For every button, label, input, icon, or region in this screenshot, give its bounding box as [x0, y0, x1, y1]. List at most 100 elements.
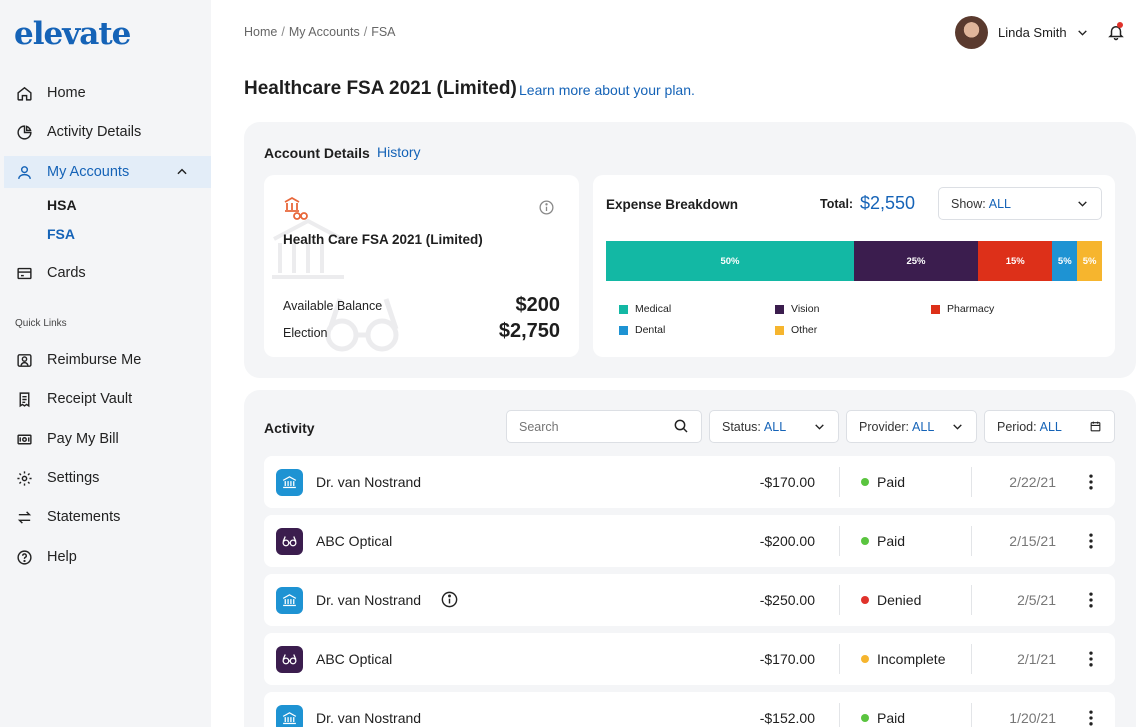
legend-swatch: [931, 304, 940, 314]
avatar[interactable]: [955, 16, 988, 49]
provider-type-icon: [276, 646, 303, 673]
transaction-date: 2/1/21: [1017, 651, 1056, 667]
show-filter-dropdown[interactable]: Show: ALL: [938, 187, 1102, 220]
provider-filter-label: Provider:: [859, 419, 910, 434]
breadcrumb-my-accounts[interactable]: My Accounts: [289, 25, 360, 39]
nav-item-label: Receipt Vault: [47, 391, 133, 407]
bar-segment-label: 25%: [906, 255, 926, 267]
chevron-up-icon[interactable]: [175, 165, 189, 179]
provider-filter-dropdown[interactable]: Provider: ALL: [846, 410, 977, 443]
status-badge: Paid: [861, 533, 905, 549]
bar-segment-label: 5%: [1057, 255, 1072, 267]
transaction-date: 2/5/21: [1017, 592, 1056, 608]
chevron-down-icon: [1077, 30, 1087, 36]
gear-icon: [17, 470, 32, 486]
legend-item-other: Other: [775, 324, 817, 336]
provider-name: Dr. van Nostrand: [316, 592, 422, 608]
total-value: $2,550: [860, 193, 916, 213]
chevron-down-icon: [815, 424, 824, 430]
bar-segment-label: 15%: [1005, 255, 1025, 267]
period-filter-dropdown[interactable]: Period: ALL: [984, 410, 1115, 443]
nav-item-label: Cards: [47, 265, 86, 281]
info-icon[interactable]: [538, 199, 555, 216]
status-label: Paid: [877, 710, 906, 726]
nav-item-receipt-vault[interactable]: Receipt Vault: [4, 383, 211, 415]
nav-item-settings[interactable]: Settings: [4, 462, 211, 494]
nav-item-label: Pay My Bill: [47, 431, 119, 447]
user-menu[interactable]: Linda Smith: [955, 16, 1089, 49]
nav-item-pay-my-bill[interactable]: Pay My Bill: [4, 423, 211, 455]
glasses-icon: [282, 654, 297, 665]
provider-type-icon: [276, 469, 303, 496]
transaction-amount: -$170.00: [759, 651, 815, 667]
bar-segment-label: 50%: [720, 255, 740, 267]
home-icon: [17, 86, 32, 101]
sub-nav-item-fsa[interactable]: FSA: [47, 226, 75, 242]
bar-segment-medical[interactable]: 50%: [606, 241, 854, 281]
more-vertical-icon[interactable]: [1081, 531, 1101, 551]
transaction-date: 2/15/21: [1009, 533, 1056, 549]
legend-label: Vision: [791, 303, 820, 315]
sub-nav-item-hsa[interactable]: HSA: [47, 197, 77, 213]
legend-label: Medical: [635, 303, 672, 315]
bar-segment-other[interactable]: 5%: [1077, 241, 1102, 281]
chevron-down-icon: [953, 424, 962, 430]
legend-item-dental: Dental: [619, 324, 665, 336]
status-label: Incomplete: [877, 651, 946, 667]
bar-segment-label: 5%: [1082, 255, 1097, 267]
status-dot: [861, 655, 869, 663]
bar-segment-vision[interactable]: 25%: [854, 241, 978, 281]
row-divider: [971, 467, 972, 497]
nav-item-label: Help: [47, 549, 77, 565]
legend-item-pharmacy: Pharmacy: [931, 303, 994, 315]
nav-item-label: Settings: [47, 470, 100, 486]
provider-type-icon: [276, 705, 303, 727]
arrows-swap-icon: [17, 510, 32, 524]
more-vertical-icon[interactable]: [1081, 472, 1101, 492]
card-icon: [17, 267, 32, 279]
account-card[interactable]: Health Care FSA 2021 (Limited) Available…: [264, 175, 579, 357]
provider-name: Dr. van Nostrand: [316, 474, 422, 490]
transaction-date: 2/22/21: [1009, 474, 1056, 490]
nav-item-home[interactable]: Home: [4, 77, 211, 109]
help-icon: [17, 549, 32, 565]
info-icon[interactable]: [440, 590, 459, 609]
nav-item-reimburse-me[interactable]: Reimburse Me: [4, 344, 211, 376]
nav-item-activity-details[interactable]: Activity Details: [4, 116, 211, 148]
table-row[interactable]: Dr. van Nostrand -$152.00 Paid 1/20/21: [264, 692, 1115, 727]
table-row[interactable]: Dr. van Nostrand -$170.00 Paid 2/22/21: [264, 456, 1115, 508]
history-link[interactable]: History: [377, 144, 421, 160]
nav-item-my-accounts[interactable]: My Accounts: [4, 156, 211, 188]
search-input[interactable]: [506, 410, 702, 443]
nav-item-label: Reimburse Me: [47, 352, 142, 368]
provider-name: ABC Optical: [316, 533, 393, 549]
nav-item-label: Home: [47, 85, 86, 101]
bar-segment-pharmacy[interactable]: 15%: [978, 241, 1053, 281]
row-divider: [971, 585, 972, 615]
nav-item-help[interactable]: Help: [4, 541, 211, 573]
money-user-icon: [17, 353, 32, 367]
table-row[interactable]: ABC Optical -$170.00 Incomplete 2/1/21: [264, 633, 1115, 685]
status-dot: [861, 596, 869, 604]
status-label: Denied: [877, 592, 922, 608]
nav-item-cards[interactable]: Cards: [4, 257, 211, 289]
expense-breakdown-title: Expense Breakdown: [606, 197, 739, 212]
more-vertical-icon[interactable]: [1081, 590, 1101, 610]
nav-item-statements[interactable]: Statements: [4, 501, 211, 533]
status-filter-dropdown[interactable]: Status: ALL: [709, 410, 839, 443]
table-row[interactable]: ABC Optical -$200.00 Paid 2/15/21: [264, 515, 1115, 567]
user-name: Linda Smith: [998, 25, 1067, 40]
table-row[interactable]: Dr. van Nostrand -$250.00 Denied 2/5/21: [264, 574, 1115, 626]
bar-segment-dental[interactable]: 5%: [1052, 241, 1078, 281]
election-value: $2,750: [498, 320, 560, 342]
more-vertical-icon[interactable]: [1081, 708, 1101, 727]
more-vertical-icon[interactable]: [1081, 649, 1101, 669]
learn-more-link[interactable]: Learn more about your plan.: [519, 82, 695, 98]
legend-label: Other: [791, 324, 818, 336]
nav-item-label: Statements: [47, 509, 121, 525]
legend-swatch: [775, 325, 784, 335]
status-dot: [861, 537, 869, 545]
legend-item-vision: Vision: [775, 303, 819, 315]
brand-logo[interactable]: elevate: [14, 16, 131, 52]
breadcrumb-home[interactable]: Home: [244, 25, 277, 39]
